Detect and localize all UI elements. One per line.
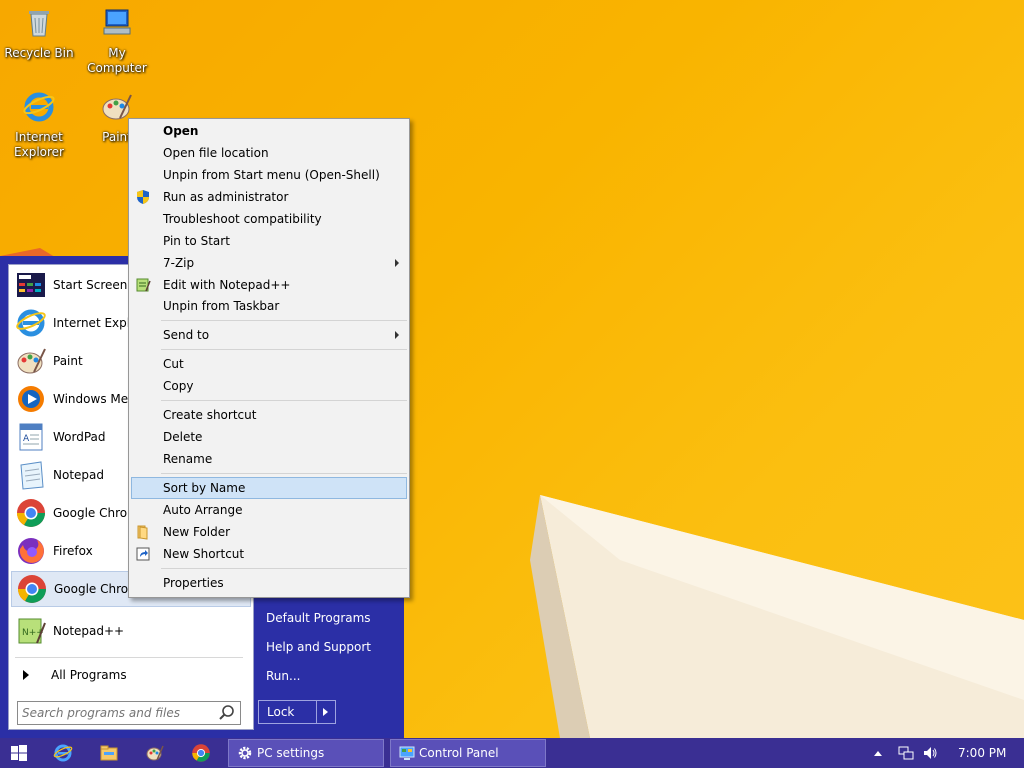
menu-item-troubleshoot[interactable]: Troubleshoot compatibility bbox=[131, 208, 407, 230]
menu-separator bbox=[161, 568, 407, 569]
network-icon[interactable] bbox=[898, 745, 914, 761]
taskbar-chrome[interactable] bbox=[186, 738, 216, 768]
menu-item-create-shortcut[interactable]: Create shortcut bbox=[131, 404, 407, 426]
menu-item-edit-notepadpp[interactable]: Edit with Notepad++ bbox=[131, 274, 407, 296]
menu-separator bbox=[161, 473, 407, 474]
gear-icon bbox=[238, 746, 252, 760]
submenu-arrow-icon bbox=[395, 259, 399, 267]
default-programs-link[interactable]: Default Programs bbox=[266, 609, 371, 627]
shield-icon bbox=[137, 190, 149, 204]
taskbar-paint[interactable] bbox=[140, 738, 170, 768]
taskbar-internet-explorer[interactable] bbox=[48, 738, 78, 768]
paint-icon bbox=[17, 348, 46, 374]
lock-button[interactable]: Lock bbox=[258, 700, 336, 724]
chrome-icon bbox=[17, 499, 45, 527]
recycle-bin-icon bbox=[29, 11, 49, 37]
control-panel-icon bbox=[399, 746, 415, 760]
wordpad-icon: A bbox=[19, 423, 43, 451]
menu-item-auto-arrange[interactable]: Auto Arrange bbox=[131, 499, 407, 521]
menu-item-properties[interactable]: Properties bbox=[131, 572, 407, 594]
svg-text:A: A bbox=[23, 434, 30, 444]
taskbar: PC settings Control Panel 7:00 PM bbox=[0, 738, 1024, 768]
desktop-icon-recycle-bin[interactable]: Recycle Bin bbox=[0, 6, 78, 61]
divider bbox=[15, 657, 243, 658]
menu-item-new-folder[interactable]: New Folder bbox=[131, 521, 407, 543]
menu-item-new-shortcut[interactable]: New Shortcut bbox=[131, 543, 407, 565]
chrome-icon bbox=[192, 744, 210, 762]
taskbar-file-explorer[interactable] bbox=[94, 738, 124, 768]
menu-item-send-to[interactable]: Send to bbox=[131, 324, 407, 346]
system-tray bbox=[874, 738, 938, 768]
menu-item-unpin-start[interactable]: Unpin from Start menu (Open-Shell) bbox=[131, 164, 407, 186]
media-player-icon bbox=[18, 386, 44, 412]
menu-item-rename[interactable]: Rename bbox=[131, 448, 407, 470]
menu-separator bbox=[161, 320, 407, 321]
arrow-right-icon bbox=[23, 670, 29, 680]
lock-options-arrow-icon[interactable] bbox=[317, 701, 335, 723]
lock-label: Lock bbox=[259, 701, 317, 723]
menu-item-copy[interactable]: Copy bbox=[131, 375, 407, 397]
menu-separator bbox=[161, 400, 407, 401]
volume-icon[interactable] bbox=[922, 745, 938, 761]
internet-explorer-icon bbox=[53, 744, 73, 762]
taskbar-clock[interactable]: 7:00 PM bbox=[958, 738, 1006, 768]
shortcut-icon bbox=[136, 547, 150, 561]
paint-icon bbox=[146, 745, 164, 761]
chrome-icon bbox=[18, 575, 46, 603]
start-search-box[interactable] bbox=[17, 701, 241, 725]
menu-item-unpin-taskbar[interactable]: Unpin from Taskbar bbox=[131, 295, 407, 317]
menu-separator bbox=[161, 349, 407, 350]
folder-icon bbox=[100, 745, 118, 761]
taskbar-task-control-panel[interactable]: Control Panel bbox=[390, 739, 546, 767]
internet-explorer-icon bbox=[16, 309, 46, 337]
taskbar-task-pc-settings[interactable]: PC settings bbox=[228, 739, 384, 767]
notepad-icon bbox=[20, 461, 44, 490]
start-screen-icon bbox=[17, 273, 45, 297]
menu-item-open[interactable]: Open bbox=[131, 120, 407, 142]
folder-icon bbox=[137, 525, 148, 540]
search-icon bbox=[219, 705, 234, 720]
start-button[interactable] bbox=[0, 738, 38, 768]
menu-item-pin-to-start[interactable]: Pin to Start bbox=[131, 230, 407, 252]
menu-item-delete[interactable]: Delete bbox=[131, 426, 407, 448]
menu-item-sort-by-name[interactable]: Sort by Name bbox=[131, 477, 407, 499]
internet-explorer-icon bbox=[23, 92, 55, 122]
desktop-icon-internet-explorer[interactable]: Internet Explorer bbox=[0, 90, 78, 160]
windows-logo-icon bbox=[11, 745, 27, 761]
notepadpp-icon bbox=[136, 278, 151, 292]
run-link[interactable]: Run... bbox=[266, 667, 300, 685]
computer-icon bbox=[103, 9, 131, 35]
context-menu: Open Open file location Unpin from Start… bbox=[128, 118, 410, 598]
desktop-icon-my-computer[interactable]: My Computer bbox=[78, 6, 156, 76]
menu-item-run-as-admin[interactable]: Run as administrator bbox=[131, 186, 407, 208]
search-input[interactable] bbox=[18, 703, 218, 723]
program-notepadpp[interactable]: N++ Notepad++ bbox=[11, 613, 251, 649]
menu-item-open-file-location[interactable]: Open file location bbox=[131, 142, 407, 164]
tray-overflow-up-icon[interactable] bbox=[874, 750, 882, 756]
submenu-arrow-icon bbox=[395, 331, 399, 339]
all-programs-button[interactable]: All Programs bbox=[17, 665, 127, 685]
menu-item-cut[interactable]: Cut bbox=[131, 353, 407, 375]
firefox-icon bbox=[18, 538, 44, 564]
notepadpp-icon: N++ bbox=[18, 618, 46, 644]
help-and-support-link[interactable]: Help and Support bbox=[266, 638, 371, 656]
menu-item-7zip[interactable]: 7-Zip bbox=[131, 252, 407, 274]
